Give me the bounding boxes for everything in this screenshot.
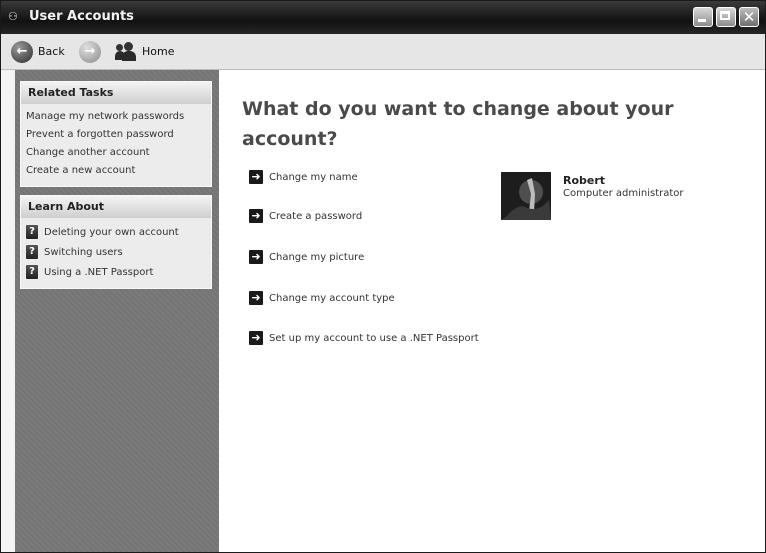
back-button[interactable]: ← Back: [11, 34, 65, 69]
toolbar: ← Back → Home: [1, 34, 765, 70]
action-create-password[interactable]: ➜ Create a password: [249, 207, 362, 225]
action-label: Change my picture: [269, 251, 365, 263]
page-title: What do you want to change about your ac…: [242, 98, 674, 150]
main-content: What do you want to change about your ac…: [219, 70, 765, 552]
learn-net-passport[interactable]: ? Using a .NET Passport: [26, 262, 206, 282]
learn-item-label: Switching users: [44, 246, 123, 258]
home-label: Home: [142, 45, 175, 58]
task-change-another-account[interactable]: Change another account: [26, 144, 206, 162]
learn-item-label: Deleting your own account: [44, 226, 179, 238]
forward-button[interactable]: →: [79, 34, 101, 69]
maximize-button[interactable]: [716, 7, 736, 27]
maximize-icon: [720, 11, 730, 20]
learn-about-panel: Learn About ? Deleting your own account …: [20, 195, 212, 289]
arrow-right-icon: ➜: [249, 250, 263, 264]
learn-deleting-account[interactable]: ? Deleting your own account: [26, 222, 206, 242]
action-label: Change my name: [269, 171, 358, 183]
home-button[interactable]: Home: [115, 34, 174, 69]
learn-about-header[interactable]: Learn About: [21, 196, 211, 218]
sidebar: Related Tasks Manage my network password…: [15, 70, 219, 552]
minimize-button[interactable]: [693, 7, 713, 27]
learn-switching-users[interactable]: ? Switching users: [26, 242, 206, 262]
title-bar[interactable]: ⚇ User Accounts ✕: [1, 1, 765, 34]
action-change-name[interactable]: ➜ Change my name: [249, 168, 358, 186]
user-picture-image: [501, 172, 551, 220]
arrow-right-icon: ➜: [249, 291, 263, 305]
window-title: User Accounts: [29, 9, 134, 24]
close-icon: ✕: [742, 8, 756, 26]
help-topic-icon: ?: [26, 245, 38, 259]
arrow-right-icon: ➜: [249, 331, 263, 345]
arrow-right-icon: ➜: [249, 170, 263, 184]
user-accounts-window: ⚇ User Accounts ✕ ← Back → Home Related …: [0, 0, 766, 553]
learn-item-label: Using a .NET Passport: [44, 266, 154, 278]
back-arrow-icon: ←: [11, 40, 33, 63]
user-accounts-icon: ⚇: [8, 10, 18, 23]
window-controls: ✕: [693, 7, 759, 27]
back-label: Back: [38, 45, 65, 58]
task-create-new-account[interactable]: Create a new account: [26, 162, 206, 180]
help-topic-icon: ?: [26, 265, 38, 279]
action-label: Set up my account to use a .NET Passport: [269, 332, 479, 344]
home-users-icon: [115, 41, 137, 62]
action-label: Change my account type: [269, 292, 395, 304]
user-role: Computer administrator: [563, 188, 684, 199]
task-prevent-forgotten-password[interactable]: Prevent a forgotten password: [26, 126, 206, 144]
forward-arrow-icon: →: [79, 40, 101, 63]
arrow-right-icon: ➜: [249, 209, 263, 223]
user-name: Robert: [563, 174, 606, 187]
user-picture[interactable]: [501, 172, 551, 220]
related-tasks-header[interactable]: Related Tasks: [21, 82, 211, 104]
action-change-picture[interactable]: ➜ Change my picture: [249, 248, 364, 266]
user-account-card: Robert Computer administrator: [501, 172, 721, 224]
help-topic-icon: ?: [26, 225, 38, 239]
action-setup-net-passport[interactable]: ➜ Set up my account to use a .NET Passpo…: [249, 329, 479, 347]
close-button[interactable]: ✕: [739, 7, 759, 27]
action-change-account-type[interactable]: ➜ Change my account type: [249, 289, 395, 307]
task-manage-network-passwords[interactable]: Manage my network passwords: [26, 108, 206, 126]
related-tasks-panel: Related Tasks Manage my network password…: [20, 81, 212, 187]
action-label: Create a password: [269, 210, 363, 222]
minimize-icon: [698, 19, 706, 22]
